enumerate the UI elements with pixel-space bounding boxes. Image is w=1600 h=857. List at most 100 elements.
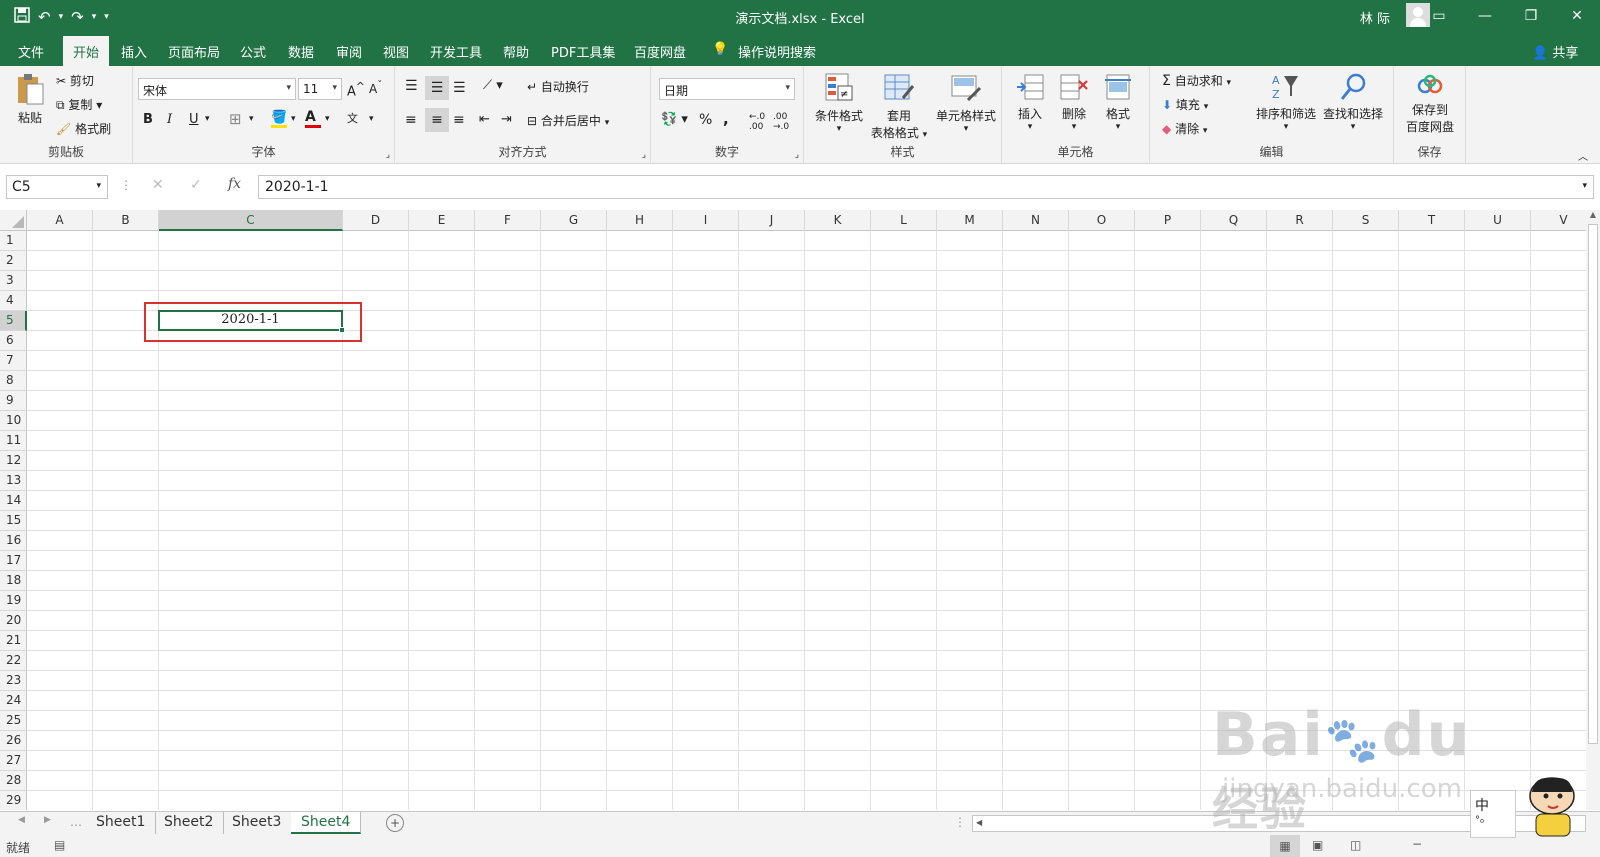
align-top-icon[interactable]: ☰ bbox=[405, 78, 418, 94]
insert-function-icon[interactable]: fx bbox=[228, 176, 241, 192]
clear-button[interactable]: ◆ 清除 ▾ bbox=[1162, 120, 1207, 137]
font-size-select[interactable]: 11 ▾ bbox=[298, 78, 342, 100]
sheet-tab-active[interactable]: Sheet4 bbox=[291, 812, 362, 834]
row-header[interactable]: 28 bbox=[0, 771, 27, 791]
fill-color-dropdown-icon[interactable]: ▾ bbox=[291, 114, 296, 124]
name-box[interactable]: C5 ▾ bbox=[6, 175, 108, 199]
row-header[interactable]: 13 bbox=[0, 471, 27, 491]
row-header[interactable]: 9 bbox=[0, 391, 27, 411]
increase-font-icon[interactable]: A^ bbox=[347, 80, 365, 99]
column-header[interactable]: V bbox=[1531, 210, 1586, 231]
alignment-dialog-launcher-icon[interactable]: ⌟ bbox=[642, 150, 646, 160]
row-header[interactable]: 24 bbox=[0, 691, 27, 711]
tab-pdf-tools[interactable]: PDF工具集 bbox=[551, 42, 615, 61]
percent-style-button[interactable]: % bbox=[699, 112, 712, 128]
fill-color-icon[interactable]: 🪣 bbox=[271, 110, 287, 128]
row-header[interactable]: 29 bbox=[0, 791, 27, 810]
tab-review[interactable]: 审阅 bbox=[336, 42, 362, 61]
select-all-button[interactable] bbox=[0, 210, 27, 231]
sheet-tab[interactable]: Sheet2 bbox=[154, 812, 225, 834]
decrease-decimal-icon[interactable]: .00 →.0 bbox=[773, 112, 789, 132]
underline-button[interactable]: U bbox=[189, 112, 199, 127]
ime-indicator[interactable]: 中 °₀ bbox=[1470, 790, 1516, 838]
row-header[interactable]: 27 bbox=[0, 751, 27, 771]
row-header[interactable]: 19 bbox=[0, 591, 27, 611]
vertical-scrollbar[interactable]: ▲ bbox=[1586, 210, 1600, 810]
column-header[interactable]: H bbox=[607, 210, 673, 231]
tab-formulas[interactable]: 公式 bbox=[240, 42, 266, 61]
tab-home[interactable]: 开始 bbox=[63, 36, 110, 66]
undo-dropdown-icon[interactable]: ▾ bbox=[59, 12, 64, 22]
column-header[interactable]: I bbox=[673, 210, 739, 231]
sort-filter-button[interactable]: AZ 排序和筛选 ▾ bbox=[1254, 72, 1318, 132]
comma-style-button[interactable]: , bbox=[723, 110, 729, 128]
borders-dropdown-icon[interactable]: ▾ bbox=[249, 114, 254, 124]
restore-icon[interactable]: ❐ bbox=[1508, 0, 1554, 34]
row-header[interactable]: 1 bbox=[0, 231, 27, 251]
column-header[interactable]: O bbox=[1069, 210, 1135, 231]
borders-icon[interactable]: ⊞ bbox=[229, 110, 242, 128]
save-icon[interactable] bbox=[14, 7, 30, 27]
orientation-icon[interactable]: ⟋ ▾ bbox=[483, 78, 503, 93]
row-header[interactable]: 22 bbox=[0, 651, 27, 671]
column-header[interactable]: G bbox=[541, 210, 607, 231]
copy-button[interactable]: ⧉ 复制 ▾ bbox=[56, 96, 102, 113]
sheet-more-icon[interactable]: … bbox=[70, 815, 82, 829]
format-cells-button[interactable]: 格式 ▾ bbox=[1098, 72, 1138, 132]
tab-view[interactable]: 视图 bbox=[383, 42, 409, 61]
row-header[interactable]: 6 bbox=[0, 331, 27, 351]
row-header[interactable]: 7 bbox=[0, 351, 27, 371]
page-break-view-icon[interactable]: ◫ bbox=[1350, 838, 1361, 852]
collapse-ribbon-icon[interactable]: ︿ bbox=[1578, 148, 1588, 163]
row-header[interactable]: 20 bbox=[0, 611, 27, 631]
tab-page-layout[interactable]: 页面布局 bbox=[168, 42, 220, 61]
share-button[interactable]: 👤 共享 bbox=[1532, 42, 1578, 61]
font-color-icon[interactable]: A bbox=[305, 109, 321, 128]
bold-button[interactable]: B bbox=[143, 112, 153, 127]
scroll-up-icon[interactable]: ▲ bbox=[1586, 210, 1600, 219]
paste-button[interactable]: 粘贴 bbox=[14, 72, 46, 132]
italic-button[interactable]: I bbox=[167, 112, 172, 127]
row-header[interactable]: 5 bbox=[0, 311, 27, 331]
cancel-icon[interactable]: ✕ bbox=[152, 177, 164, 193]
scroll-left-icon[interactable]: ◀ bbox=[976, 818, 982, 827]
tab-file[interactable]: 文件 bbox=[18, 42, 44, 61]
column-header[interactable]: T bbox=[1399, 210, 1465, 231]
column-header[interactable]: P bbox=[1135, 210, 1201, 231]
merge-center-button[interactable]: ⊟ 合并后居中 ▾ bbox=[527, 112, 609, 129]
wrap-text-button[interactable]: ↵ 自动换行 bbox=[527, 78, 589, 95]
tab-insert[interactable]: 插入 bbox=[121, 42, 147, 61]
user-name[interactable]: 林 际 bbox=[1360, 8, 1390, 27]
row-header[interactable]: 14 bbox=[0, 491, 27, 511]
enter-icon[interactable]: ✓ bbox=[190, 177, 202, 193]
align-left-icon[interactable]: ≡ bbox=[405, 112, 417, 128]
ribbon-display-options-icon[interactable]: ▭ bbox=[1416, 0, 1462, 34]
phonetic-dropdown-icon[interactable]: ▾ bbox=[369, 114, 374, 124]
row-header[interactable]: 11 bbox=[0, 431, 27, 451]
tab-data[interactable]: 数据 bbox=[288, 42, 314, 61]
autosum-button[interactable]: Σ 自动求和 ▾ bbox=[1162, 72, 1231, 89]
customize-qat-icon[interactable]: ▾ bbox=[104, 12, 109, 22]
fill-button[interactable]: ⬇ 填充 ▾ bbox=[1162, 96, 1208, 113]
column-header[interactable]: S bbox=[1333, 210, 1399, 231]
row-header[interactable]: 18 bbox=[0, 571, 27, 591]
column-header[interactable]: E bbox=[409, 210, 475, 231]
column-header[interactable]: J bbox=[739, 210, 805, 231]
sheet-tab[interactable]: Sheet3 bbox=[222, 812, 293, 834]
minimize-icon[interactable]: — bbox=[1462, 0, 1508, 34]
column-header[interactable]: F bbox=[475, 210, 541, 231]
row-header[interactable]: 17 bbox=[0, 551, 27, 571]
macro-record-icon[interactable]: ▤ bbox=[54, 838, 65, 852]
tab-baidu-netdisk[interactable]: 百度网盘 bbox=[634, 42, 686, 61]
column-header[interactable]: U bbox=[1465, 210, 1531, 231]
column-header[interactable]: A bbox=[27, 210, 93, 231]
find-select-button[interactable]: 查找和选择 ▾ bbox=[1320, 72, 1386, 132]
number-format-select[interactable]: 日期 ▾ bbox=[659, 78, 795, 100]
formula-input[interactable]: 2020-1-1 ▾ bbox=[258, 175, 1594, 199]
number-dialog-launcher-icon[interactable]: ⌟ bbox=[795, 150, 799, 160]
font-color-dropdown-icon[interactable]: ▾ bbox=[325, 114, 330, 124]
row-header[interactable]: 16 bbox=[0, 531, 27, 551]
add-sheet-icon[interactable]: + bbox=[386, 814, 404, 832]
close-icon[interactable]: ✕ bbox=[1554, 0, 1600, 34]
row-header[interactable]: 26 bbox=[0, 731, 27, 751]
